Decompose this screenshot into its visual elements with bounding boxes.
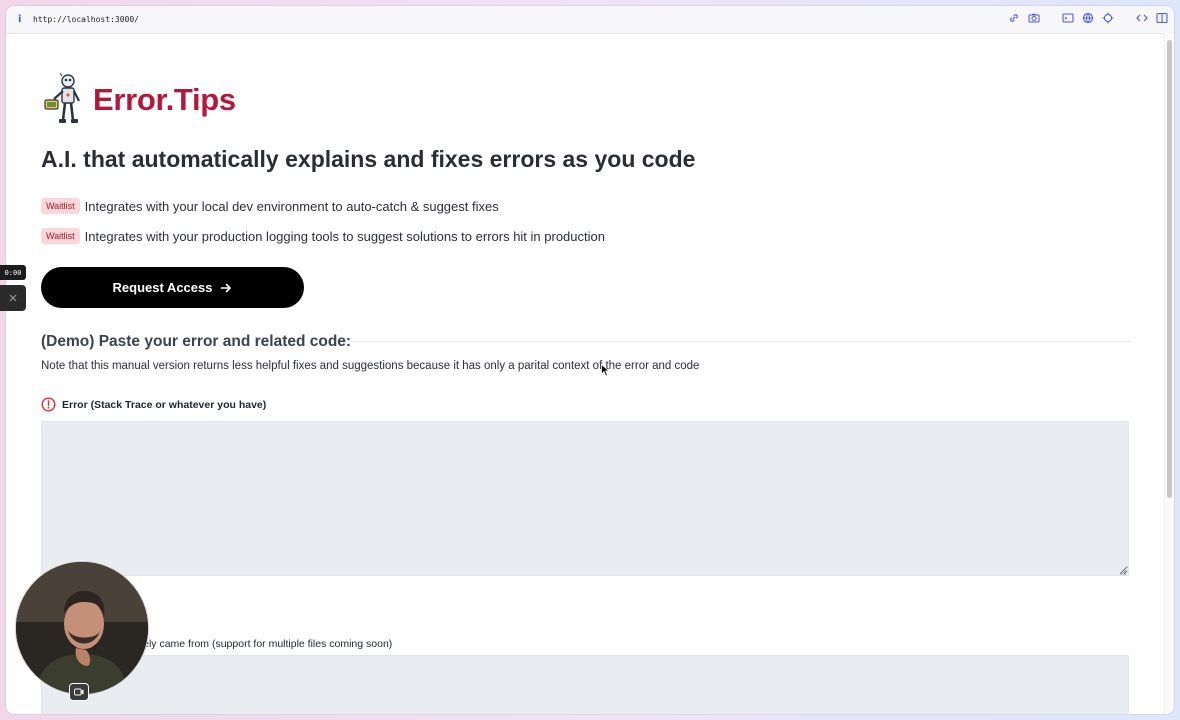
arrow-right-icon: [221, 283, 232, 292]
waitlist-badge: Waitlist: [41, 198, 80, 214]
recording-close-button[interactable]: [0, 285, 26, 311]
error-field-label: Error (Stack Trace or whatever you have): [41, 397, 266, 412]
browser-window: i http://localhost:3000/ Error.Tips A.I.…: [6, 6, 1174, 714]
demo-heading: (Demo) Paste your error and related code…: [41, 333, 352, 350]
close-icon: [9, 294, 17, 302]
address-bar[interactable]: i http://localhost:3000/: [6, 6, 1174, 34]
request-access-label: Request Access: [112, 280, 213, 295]
mouse-cursor-icon: [601, 364, 610, 377]
feature-text: Integrates with your production logging …: [84, 228, 605, 244]
browser-toolbar: [1008, 12, 1168, 24]
robot-icon: [44, 72, 80, 123]
terminal-icon[interactable]: [1062, 12, 1074, 24]
brand-header[interactable]: Error.Tips: [41, 72, 236, 128]
code-input[interactable]: [41, 655, 1129, 714]
webcam-feed: [16, 562, 148, 694]
link-icon[interactable]: [1008, 12, 1020, 24]
webcam-overlay[interactable]: [15, 561, 149, 695]
divider: [349, 341, 1131, 342]
resize-handle-icon[interactable]: [1120, 569, 1127, 576]
camera-icon[interactable]: [1028, 12, 1040, 24]
alert-circle-icon: [41, 397, 56, 412]
globe-icon[interactable]: [1082, 12, 1094, 24]
feature-text: Integrates with your local dev environme…: [84, 198, 499, 214]
waitlist-badge: Waitlist: [41, 228, 80, 244]
camera-toggle-button[interactable]: [69, 683, 89, 701]
brand-name: Error.Tips: [93, 82, 236, 117]
scrollbar-thumb[interactable]: [1167, 40, 1172, 498]
error-input[interactable]: [41, 421, 1129, 576]
sidebar-icon[interactable]: [1156, 12, 1168, 24]
request-access-button[interactable]: Request Access: [41, 267, 304, 308]
crosshair-icon[interactable]: [1102, 12, 1114, 24]
feature-item: Waitlist Integrates with your production…: [41, 228, 605, 244]
feature-item: Waitlist Integrates with your local dev …: [41, 198, 499, 214]
recording-timer: 0:00: [0, 265, 26, 280]
info-icon[interactable]: i: [18, 14, 28, 25]
camera-toggle-icon: [74, 688, 84, 696]
page-title: A.I. that automatically explains and fix…: [41, 146, 696, 172]
code-icon[interactable]: [1136, 12, 1148, 24]
url-text[interactable]: http://localhost:3000/: [33, 15, 139, 24]
error-label-text: Error (Stack Trace or whatever you have): [62, 398, 267, 411]
